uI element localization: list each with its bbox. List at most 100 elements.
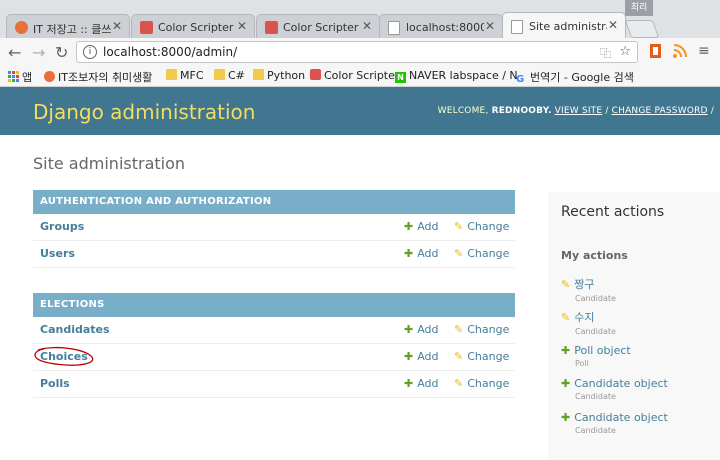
recent-action-type: Poll [575,359,589,368]
pencil-icon: ✎ [561,311,571,324]
pencil-icon: ✎ [561,278,571,291]
menu-icon[interactable]: ≡ [698,43,710,59]
tab-close-icon[interactable]: ✕ [608,18,618,32]
add-polls-button[interactable]: ✚ Add [404,377,439,390]
module-caption[interactable]: ELECTIONS [33,293,515,317]
tab-close-icon[interactable]: ✕ [362,19,372,33]
browser-tab-active[interactable]: Site administrati ✕ [502,12,626,40]
bookmark-star-icon[interactable]: ☆ [619,44,631,59]
blog-favicon-icon [15,21,28,34]
plus-icon: ✚ [561,377,571,390]
welcome-text: WELCOME, [437,106,489,116]
recent-actions-panel: Recent actions My actions ✎ 짱구 Candidate … [548,192,720,460]
tab-close-icon[interactable]: ✕ [237,19,247,33]
add-choices-button[interactable]: ✚ Add [404,350,439,363]
page-favicon-icon [388,21,400,35]
forward-arrow-icon[interactable]: → [32,43,45,62]
add-candidates-button[interactable]: ✚ Add [404,323,439,336]
add-groups-button[interactable]: ✚ Add [404,220,439,233]
naver-icon: N [395,72,406,83]
plus-icon: ✚ [404,247,414,260]
table-row: Groups ✚ Add ✎ Change [33,214,515,241]
back-arrow-icon[interactable]: ← [8,43,21,62]
bookmark-folder-csharp[interactable]: C# [214,69,245,82]
reload-icon[interactable]: ↻ [55,43,68,62]
site-brand[interactable]: Django administration [33,100,255,124]
new-tab-button[interactable] [624,20,660,38]
recent-action-link[interactable]: 수지 [574,311,594,324]
browser-tab[interactable]: localhost:8000/p ✕ [379,14,503,40]
recent-actions-title: Recent actions [561,204,665,220]
tab-label: Color Scripter [283,21,359,34]
bookmark-folder-python[interactable]: Python [253,69,305,82]
recent-action-item: ✎ 수지 Candidate [561,309,616,336]
change-users-button[interactable]: ✎ Change [454,247,509,260]
translate-icon[interactable]: ⿻ [600,45,611,61]
browser-tab[interactable]: Color Scripter ✕ [256,14,380,40]
address-url[interactable]: localhost:8000/admin/ [103,45,237,59]
office-extension-icon[interactable] [648,43,664,59]
tab-label: localhost:8000/p [406,21,484,34]
bookmark-label: NAVER labspace / N [409,69,518,82]
tab-label: Site administrati [529,20,607,33]
module-elections: ELECTIONS Candidates ✚ Add ✎ Change Choice… [33,293,515,398]
bookmark-folder-mfc[interactable]: MFC [166,69,204,82]
model-link-candidates[interactable]: Candidates [40,323,110,336]
my-actions-heading: My actions [561,249,628,262]
model-link-users[interactable]: Users [40,247,75,260]
bookmark-label: Color Scripter [324,69,400,82]
change-groups-button[interactable]: ✎ Change [454,220,509,233]
model-link-groups[interactable]: Groups [40,220,84,233]
change-password-link[interactable]: CHANGE PASSWORD [612,106,708,116]
info-icon[interactable]: i [83,45,97,59]
pencil-icon: ✎ [454,350,464,363]
recent-action-type: Candidate [575,294,616,303]
user-tools: WELCOME, REDNOOBY. VIEW SITE / CHANGE PA… [437,106,714,116]
browser-tab[interactable]: IT 저장고 :: 클쓰 ✕ [6,14,130,40]
view-site-link[interactable]: VIEW SITE [555,106,603,116]
plus-icon: ✚ [561,344,571,357]
bookmark-label: 번역기 - Google 검색 [530,71,634,84]
address-bar[interactable]: i localhost:8000/admin/ ⿻ ☆ [76,41,638,63]
recent-action-link[interactable]: 짱구 [574,278,594,291]
folder-icon [253,69,264,80]
table-row: Candidates ✚ Add ✎ Change [33,317,515,344]
plus-icon: ✚ [404,323,414,336]
recent-action-link[interactable]: Candidate object [574,411,668,424]
table-row: Choices ✚ Add ✎ Change [33,344,515,371]
recent-action-link[interactable]: Candidate object [574,377,668,390]
bookmark-google[interactable]: G 번역기 - Google 검색 [516,69,634,85]
recent-action-type: Candidate [575,392,616,401]
table-row: Users ✚ Add ✎ Change [33,241,515,268]
tab-close-icon[interactable]: ✕ [112,19,122,33]
model-link-polls[interactable]: Polls [40,377,70,390]
tab-close-icon[interactable]: ✕ [485,19,495,33]
change-polls-button[interactable]: ✎ Change [454,377,509,390]
recent-action-item: ✎ 짱구 Candidate [561,276,616,303]
recent-action-item: ✚ Candidate object Candidate [561,411,668,435]
bookmark-blog[interactable]: IT조보자의 취미생활 [44,69,152,85]
recent-action-type: Candidate [575,426,616,435]
bookmark-label: IT조보자의 취미생활 [58,71,153,84]
bookmark-label: C# [228,69,245,82]
bookmark-colorscripter[interactable]: Color Scripter [310,69,399,82]
folder-icon [214,69,225,80]
change-candidates-button[interactable]: ✎ Change [454,323,509,336]
bookmark-naver[interactable]: N NAVER labspace / N [395,69,518,83]
window-user-button[interactable]: 최리 [625,0,653,16]
change-choices-button[interactable]: ✎ Change [454,350,509,363]
admin-header: Django administration WELCOME, REDNOOBY.… [0,87,720,135]
recent-action-link[interactable]: Poll object [574,344,630,357]
pencil-icon: ✎ [454,247,464,260]
browser-tab-strip: IT 저장고 :: 클쓰 ✕ Color Scripter ✕ Color Sc… [0,0,720,40]
rss-extension-icon[interactable] [672,43,688,59]
bookmarks-bar: 앱 IT조보자의 취미생활 MFC C# Python Color Script… [0,66,720,87]
module-caption[interactable]: AUTHENTICATION AND AUTHORIZATION [33,190,515,214]
browser-toolbar: ← → ↻ i localhost:8000/admin/ ⿻ ☆ ≡ [0,38,720,66]
pencil-icon: ✎ [454,220,464,233]
pencil-icon: ✎ [454,377,464,390]
bookmark-apps[interactable]: 앱 [8,69,32,85]
add-users-button[interactable]: ✚ Add [404,247,439,260]
recent-action-item: ✚ Candidate object Candidate [561,377,668,401]
browser-tab[interactable]: Color Scripter ✕ [131,14,255,40]
